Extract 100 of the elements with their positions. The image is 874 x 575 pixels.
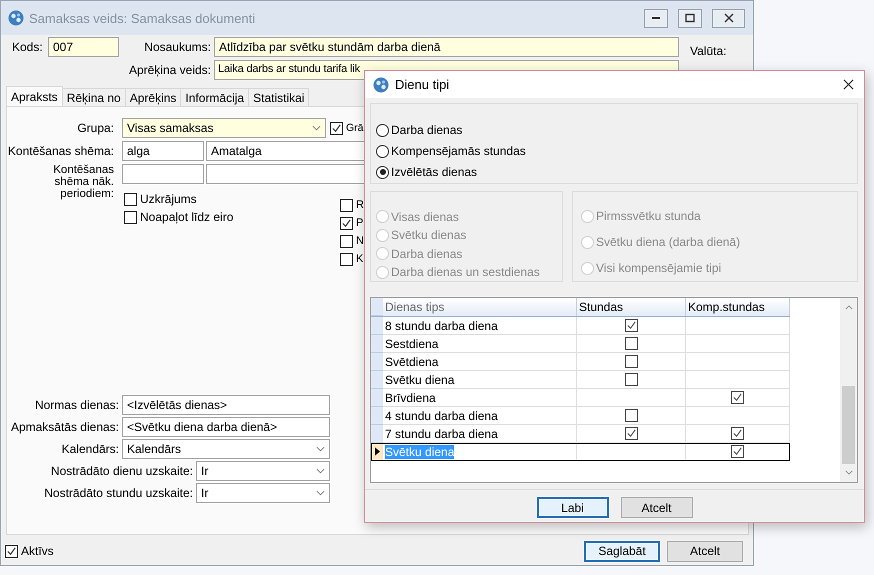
checkbox[interactable] <box>5 544 18 558</box>
checkbox[interactable] <box>731 391 744 404</box>
checkbox[interactable] <box>624 373 638 386</box>
globe-icon <box>8 10 24 26</box>
close-icon[interactable] <box>843 79 854 90</box>
radio-label: Visas dienas <box>391 210 459 224</box>
row-header <box>371 298 383 316</box>
checkbox-label: K <box>356 253 364 265</box>
radio-label: Svētku dienas <box>391 228 466 242</box>
checkbox-label: Aktīvs <box>21 544 54 558</box>
checkbox[interactable] <box>731 445 744 458</box>
name-field[interactable]: Atlīdzība par svētku stundām darba dienā <box>214 37 679 57</box>
column-header[interactable]: Komp.stundas <box>686 298 790 316</box>
column-header[interactable]: Stundas <box>577 298 686 316</box>
tab[interactable]: Aprēķins <box>124 88 182 106</box>
days-field[interactable]: <Izvēlētās dienas> <box>122 395 330 415</box>
radio-label: Izvēlētās dienas <box>391 165 478 179</box>
radio-button[interactable] <box>376 144 389 158</box>
checkbox[interactable] <box>124 210 137 224</box>
radio-label: Visi kompensējamie tipi <box>596 261 722 275</box>
row-pointer-icon <box>374 447 380 456</box>
maximize-icon <box>685 13 695 23</box>
radio-label: Darba dienas <box>391 123 462 137</box>
checkbox[interactable] <box>731 427 744 440</box>
dialog-button[interactable]: Labi <box>536 497 608 518</box>
posting-scheme-label: Kontēšanas shēma: <box>7 144 114 158</box>
table-cell: 8 stundu darba diena <box>383 317 577 335</box>
table-cell: Svētku diena <box>383 371 577 389</box>
table-cell: Svētdiena <box>383 353 577 371</box>
scheme-code-field[interactable] <box>122 164 204 184</box>
dialog-button[interactable]: Atcelt <box>667 540 743 562</box>
checkbox-label: P <box>356 217 364 229</box>
chevron-down-icon <box>312 125 321 131</box>
table-cell: Svētku diena <box>383 443 577 461</box>
table-cell: 7 stundu darba diena <box>383 425 577 443</box>
calendar-dropdown[interactable]: Kalendārs <box>122 439 330 459</box>
row-header[interactable] <box>371 443 383 461</box>
radio-button[interactable] <box>376 166 389 178</box>
table-cell: Sestdiena <box>383 335 577 353</box>
field-label: Nostrādāto stundu uzskaite: <box>43 486 193 500</box>
radio-label: Svētku diena (darba dienā) <box>596 235 740 249</box>
radio-label: Darba dienas <box>391 246 462 261</box>
checkbox[interactable] <box>624 337 638 350</box>
next-scheme-label: Kontēšanas shēma nāk. periodiem: <box>52 164 114 200</box>
close-icon <box>724 13 734 23</box>
tab[interactable]: Rēķina no <box>62 88 126 106</box>
checkbox[interactable] <box>624 319 638 332</box>
window-title: Samaksas veids: Samaksas dokumenti <box>29 10 256 26</box>
scrollbar[interactable] <box>840 298 857 482</box>
checkbox-label: Noapaļot līdz eiro <box>140 210 234 224</box>
days-field[interactable]: <Svētku diena darba dienā> <box>122 417 330 437</box>
checkbox-label: Grā <box>346 122 364 134</box>
dialog-button[interactable]: Atcelt <box>620 497 692 518</box>
checkbox-label: Uzkrājums <box>140 192 197 206</box>
radio-button[interactable] <box>376 124 389 136</box>
chevron-down-icon[interactable] <box>844 470 852 475</box>
group-label: Grupa: <box>76 121 114 135</box>
calc-type-label: Aprēķina veids: <box>128 63 211 77</box>
field-label: Nostrādāto dienu uzskaite: <box>50 464 193 478</box>
checkbox[interactable] <box>340 216 353 230</box>
checkbox[interactable] <box>624 427 638 440</box>
code-field[interactable]: 007 <box>48 37 119 57</box>
table-cell: 4 stundu darba diena <box>383 407 577 425</box>
tab[interactable]: Statistikai <box>248 88 310 106</box>
minimize-icon <box>652 17 660 19</box>
dialog-title: Dienu tipi <box>395 77 450 92</box>
chevron-down-icon <box>316 446 325 452</box>
chevron-down-icon <box>316 468 325 474</box>
close-button[interactable] <box>712 8 745 28</box>
tracking-dropdown[interactable]: Ir <box>196 461 330 481</box>
checkbox[interactable] <box>340 198 353 212</box>
checkbox-label: R <box>356 199 364 211</box>
table-cell: Brīvdiena <box>383 389 577 407</box>
globe-icon <box>373 76 389 92</box>
field-label: Kalendārs: <box>60 442 119 456</box>
tab[interactable]: Apraksts <box>6 86 63 106</box>
checkbox[interactable] <box>330 122 343 134</box>
checkbox[interactable] <box>624 409 638 422</box>
minimize-button[interactable] <box>644 8 668 28</box>
field-label: Normas dienas: <box>34 398 119 412</box>
chevron-up-icon[interactable] <box>844 305 852 310</box>
chevron-down-icon <box>316 490 325 496</box>
radio-label: Darba dienas un sestdienas <box>391 265 540 280</box>
column-header[interactable]: Dienas tips <box>383 298 577 316</box>
scheme-code-field[interactable]: alga <box>122 141 204 161</box>
checkbox-label: N <box>356 235 364 247</box>
name-label: Nosaukums: <box>143 40 211 54</box>
maximize-button[interactable] <box>678 8 702 28</box>
dialog-button[interactable]: Saglabāt <box>584 540 660 562</box>
checkbox[interactable] <box>340 234 353 248</box>
code-label: Kods: <box>12 40 44 54</box>
checkbox[interactable] <box>624 355 638 368</box>
field-label: Apmaksātās dienas: <box>10 420 119 434</box>
tab[interactable]: Informācija <box>180 88 250 106</box>
tracking-dropdown[interactable]: Ir <box>196 483 330 503</box>
group-dropdown[interactable]: Visas samaksas <box>122 118 326 138</box>
radio-label: Pirmssvētku stunda <box>596 209 701 223</box>
checkbox[interactable] <box>124 192 137 206</box>
currency-label: Valūta: <box>690 44 726 58</box>
checkbox[interactable] <box>340 252 353 266</box>
